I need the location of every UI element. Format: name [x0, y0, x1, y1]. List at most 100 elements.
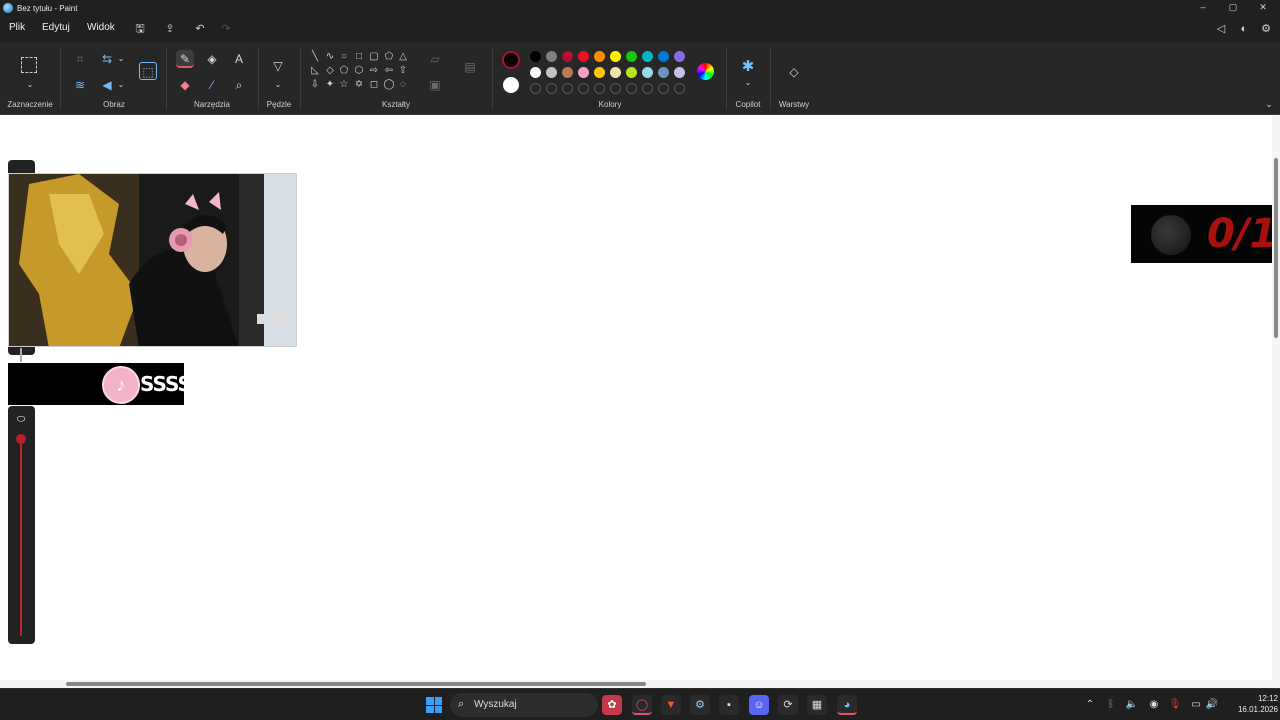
rounded-rectangle-shape-icon[interactable]: ▢ [368, 51, 380, 63]
color-swatch[interactable] [594, 67, 605, 78]
color-swatch[interactable] [530, 67, 541, 78]
color-swatch[interactable] [658, 67, 669, 78]
microphone-icon[interactable]: 🎙 [1168, 698, 1182, 712]
slider-knob[interactable] [16, 434, 26, 444]
network-icon[interactable]: ▭ [1189, 698, 1203, 712]
brush-icon[interactable]: ▽ [269, 57, 287, 75]
maximize-button[interactable]: ▢ [1218, 0, 1248, 16]
image-select-icon[interactable]: ⬚ [139, 62, 157, 80]
custom-color-slot[interactable] [578, 83, 589, 94]
magnifier-icon[interactable]: ⌕ [230, 76, 248, 94]
color-swatch[interactable] [610, 67, 621, 78]
oval-callout-shape-icon[interactable]: ◯ [383, 79, 395, 91]
chevron-down-icon[interactable]: ⌄ [739, 74, 757, 92]
paint-taskbar-icon[interactable]: ◕ [837, 695, 857, 715]
speaker-icon[interactable]: 🔈 [1125, 698, 1139, 712]
clock-date[interactable]: 16.01.2026 [1224, 705, 1278, 714]
chevron-down-icon[interactable]: ⌄ [112, 50, 130, 68]
chevron-down-icon[interactable]: ⌄ [269, 76, 287, 94]
menu-file[interactable]: Plik [9, 22, 25, 33]
custom-color-slot[interactable] [658, 83, 669, 94]
curve-shape-icon[interactable]: ∿ [324, 51, 336, 63]
up-arrow-shape-icon[interactable]: ⇧ [397, 65, 409, 77]
ribbon-collapse-chevron-icon[interactable]: ⌄ [1262, 97, 1276, 111]
pentagon-shape-icon[interactable]: ⬠ [338, 65, 350, 77]
color-swatch[interactable] [562, 67, 573, 78]
chevron-down-icon[interactable]: ⌄ [112, 76, 130, 94]
menu-edit[interactable]: Edytuj [42, 22, 70, 33]
remove-background-icon[interactable]: ≋ [71, 76, 89, 94]
app-icon[interactable]: ▦ [807, 695, 827, 715]
custom-color-slot[interactable] [626, 83, 637, 94]
undo-icon[interactable]: ↶ [193, 22, 207, 36]
six-point-star-shape-icon[interactable]: ✡ [353, 79, 365, 91]
horizontal-scrollbar-thumb[interactable] [66, 682, 646, 686]
color-swatch[interactable] [674, 67, 685, 78]
color-swatch[interactable] [530, 51, 541, 62]
discord-tray-icon[interactable]: ◉ [1147, 698, 1161, 712]
color-swatch[interactable] [626, 67, 637, 78]
right-triangle-shape-icon[interactable]: ◺ [309, 65, 321, 77]
edit-colors-icon[interactable] [697, 63, 714, 80]
color-swatch[interactable] [658, 51, 669, 62]
minimize-button[interactable]: – [1188, 0, 1218, 16]
taskbar-search[interactable]: ⌕ Wyszukaj [450, 693, 598, 717]
diamond-shape-icon[interactable]: ◇ [324, 65, 336, 77]
close-button[interactable]: ✕ [1248, 0, 1278, 16]
custom-color-slot[interactable] [530, 83, 541, 94]
color-swatch[interactable] [594, 51, 605, 62]
pencil-icon[interactable]: ✎ [176, 50, 194, 68]
secondary-color-swatch[interactable] [503, 77, 519, 93]
color-swatch[interactable] [642, 67, 653, 78]
windows-start-icon[interactable] [426, 697, 442, 713]
cloud-callout-shape-icon[interactable]: ◌ [397, 79, 409, 91]
right-arrow-shape-icon[interactable]: ⇨ [368, 65, 380, 77]
app-icon[interactable]: ⟳ [778, 695, 798, 715]
down-arrow-shape-icon[interactable]: ⇩ [309, 79, 321, 91]
chevron-up-icon[interactable]: ⌃ [1083, 698, 1097, 712]
oval-shape-icon[interactable]: ○ [338, 51, 350, 63]
settings-gear-icon[interactable]: ⚙ [1259, 22, 1273, 36]
custom-color-slot[interactable] [674, 83, 685, 94]
crop-icon[interactable]: ⌗ [71, 50, 89, 68]
fill-bucket-icon[interactable]: ◈ [203, 50, 221, 68]
bluetooth-icon[interactable]: ᛒ [1104, 698, 1118, 712]
four-point-star-shape-icon[interactable]: ✦ [324, 79, 336, 91]
text-tool-icon[interactable]: A [230, 50, 248, 68]
custom-color-slot[interactable] [562, 83, 573, 94]
five-point-star-shape-icon[interactable]: ☆ [338, 79, 350, 91]
account-icon[interactable]: ◐ [1237, 22, 1251, 36]
menu-view[interactable]: Widok [87, 22, 115, 33]
shape-style-icon[interactable]: ▤ [461, 58, 479, 76]
volume-icon[interactable]: 🔊 [1205, 698, 1219, 712]
share-icon[interactable]: ⇪ [163, 22, 177, 36]
line-shape-icon[interactable]: ╲ [309, 51, 321, 63]
discord-icon[interactable]: ☺ [749, 695, 769, 715]
clock-time[interactable]: 12:12 [1238, 694, 1278, 703]
left-arrow-shape-icon[interactable]: ⇦ [383, 65, 395, 77]
selection-rectangle-icon[interactable] [21, 57, 37, 73]
color-swatch[interactable] [546, 67, 557, 78]
eraser-icon[interactable]: ◆ [176, 76, 194, 94]
overlay-volume-slider[interactable]: ⬭ [8, 406, 35, 644]
layers-icon[interactable]: ◇ [785, 63, 803, 81]
custom-color-slot[interactable] [610, 83, 621, 94]
primary-color-swatch[interactable] [502, 51, 520, 69]
color-swatch[interactable] [674, 51, 685, 62]
save-icon[interactable]: 🖫 [133, 22, 147, 36]
color-swatch[interactable] [578, 51, 589, 62]
vertical-scrollbar-thumb[interactable] [1274, 158, 1278, 338]
custom-color-slot[interactable] [546, 83, 557, 94]
polygon-shape-icon[interactable]: ⬠ [383, 51, 395, 63]
feedback-icon[interactable]: ◁ [1214, 22, 1228, 36]
color-swatch[interactable] [562, 51, 573, 62]
terminal-icon[interactable]: ▪ [719, 695, 739, 715]
outline-icon[interactable]: ▱ [426, 50, 444, 68]
color-swatch[interactable] [546, 51, 557, 62]
triangle-shape-icon[interactable]: △ [397, 51, 409, 63]
taskbar-app-icon[interactable]: ✿ [602, 695, 622, 715]
rectangle-shape-icon[interactable]: □ [353, 51, 365, 63]
custom-color-slot[interactable] [594, 83, 605, 94]
hexagon-shape-icon[interactable]: ⬡ [353, 65, 365, 77]
search-input[interactable]: Wyszukaj [474, 699, 517, 710]
